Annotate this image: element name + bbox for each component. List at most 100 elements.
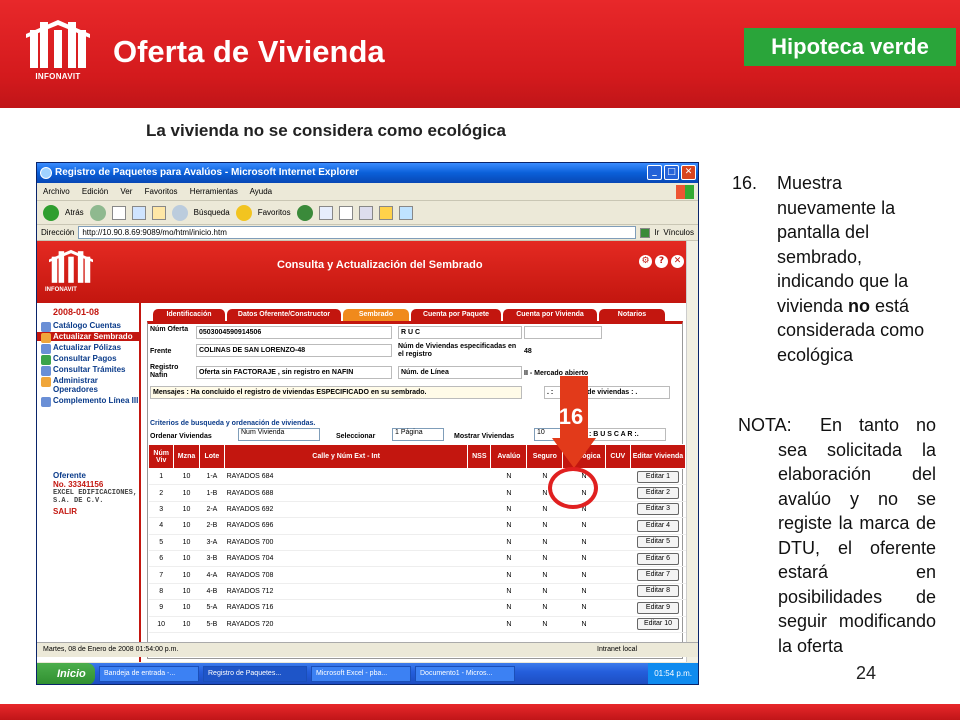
messenger-icon[interactable] xyxy=(398,205,413,220)
cell-calle: RAYADOS 684 xyxy=(224,468,468,486)
complement-icon xyxy=(41,397,51,407)
menu-edicion[interactable]: Edición xyxy=(82,187,108,196)
salir-link[interactable]: SALIR xyxy=(53,507,139,516)
close-icon[interactable]: ✕ xyxy=(671,255,684,268)
edit-vivienda-button[interactable]: Editar 3 xyxy=(636,503,679,516)
print-icon[interactable] xyxy=(338,205,353,220)
windows-flag-icon xyxy=(676,185,694,199)
table-row: 1 10 1-A RAYADOS 684 N N N Editar 1 xyxy=(148,468,686,486)
vertical-scrollbar[interactable] xyxy=(686,241,698,662)
maximize-button[interactable]: □ xyxy=(664,165,679,180)
address-input[interactable]: http://10.90.8.69:9089/mo/html/inicio.ht… xyxy=(78,226,637,239)
edit-vivienda-button[interactable]: Editar 2 xyxy=(636,487,679,500)
cell-nss xyxy=(467,599,491,617)
sidebar-item-linea-iii[interactable]: Complemento Línea III xyxy=(37,396,139,407)
menu-ayuda[interactable]: Ayuda xyxy=(250,187,273,196)
edit-vivienda-button[interactable]: Editar 5 xyxy=(636,536,679,549)
cell-num-viv: 4 xyxy=(148,517,174,535)
close-button[interactable]: ✕ xyxy=(681,165,696,180)
policy-icon xyxy=(41,344,51,354)
cell-cuv xyxy=(605,534,631,551)
edit-vivienda-button[interactable]: Editar 1 xyxy=(636,470,679,483)
start-button[interactable]: Inicio xyxy=(37,663,95,684)
tab-cuenta-vivienda[interactable]: Cuenta por Vivienda xyxy=(503,309,597,321)
minimize-button[interactable]: _ xyxy=(647,165,662,180)
menu-archivo[interactable]: Archivo xyxy=(43,187,70,196)
tab-sembrado[interactable]: Sembrado xyxy=(343,309,409,321)
task-bandeja[interactable]: Bandeja de entrada -... xyxy=(99,666,199,682)
edit-vivienda-button[interactable]: Editar 10 xyxy=(636,618,679,631)
col-num-viv: Núm Viv xyxy=(147,444,175,469)
menu-favoritos[interactable]: Favoritos xyxy=(145,187,178,196)
sidebar-item-sembrado[interactable]: Actualizar Sembrado xyxy=(37,332,139,343)
sidebar-item-catalogo[interactable]: Catálogo Cuentas xyxy=(37,321,139,332)
cell-ecologica: N xyxy=(562,517,606,535)
folder-icon[interactable] xyxy=(378,205,393,220)
ordenar-select[interactable]: Num Vivienda xyxy=(238,428,320,441)
go-button[interactable]: Ir xyxy=(654,228,659,237)
registro-nafin-label: Registro Nafin xyxy=(150,364,179,379)
search-icon[interactable] xyxy=(171,204,188,221)
edit-vivienda-button[interactable]: Editar 4 xyxy=(636,519,679,532)
table-row: 8 10 4-B RAYADOS 712 N N N Editar 8 xyxy=(148,583,686,601)
sidebar-item-polizas[interactable]: Actualizar Pólizas xyxy=(37,343,139,354)
cell-cuv xyxy=(605,484,631,502)
cell-ecologica: N xyxy=(562,599,606,617)
menu-herramientas[interactable]: Herramientas xyxy=(190,187,238,196)
cell-calle: RAYADOS 700 xyxy=(224,534,468,551)
cell-num-viv: 3 xyxy=(148,501,174,519)
edit-vivienda-button[interactable]: Editar 7 xyxy=(636,569,679,582)
edit-vivienda-button[interactable]: Editar 8 xyxy=(636,585,679,598)
cell-ecologica: N xyxy=(562,534,606,551)
back-label[interactable]: Atrás xyxy=(65,208,84,217)
tab-datos-oferente[interactable]: Datos Oferente/Constructor xyxy=(227,309,341,321)
tab-notarios[interactable]: Notarios xyxy=(599,309,665,321)
buscar-button[interactable]: : B U S C A R :. xyxy=(586,428,666,441)
word-icon[interactable] xyxy=(358,205,373,220)
cell-cuv xyxy=(605,468,631,486)
seleccionar-select[interactable]: 1 Página xyxy=(392,428,444,441)
edit-vivienda-button[interactable]: Editar 6 xyxy=(636,552,679,565)
tab-identificacion[interactable]: Identificación xyxy=(153,309,225,321)
cell-editar: Editar 6 xyxy=(630,550,686,568)
cell-seguro: N xyxy=(526,550,563,568)
go-arrow-icon[interactable] xyxy=(640,227,651,238)
address-bar: Dirección http://10.90.8.69:9089/mo/html… xyxy=(37,225,698,241)
stop-icon[interactable] xyxy=(111,205,126,220)
sidebar-item-pagos[interactable]: Consultar Pagos xyxy=(37,354,139,365)
slide-title: Oferta de Vivienda xyxy=(113,34,385,69)
table-row: 5 10 3-A RAYADOS 700 N N N Editar 5 xyxy=(148,534,686,551)
cell-cuv xyxy=(605,583,631,601)
refresh-icon[interactable] xyxy=(131,205,146,220)
links-label[interactable]: Vínculos xyxy=(663,228,694,237)
menu-ver[interactable]: Ver xyxy=(120,187,132,196)
cell-calle: RAYADOS 720 xyxy=(224,616,468,633)
help-icon[interactable]: ? xyxy=(655,255,668,268)
sidebar-item-tramites[interactable]: Consultar Trámites xyxy=(37,365,139,376)
mail-icon[interactable] xyxy=(318,205,333,220)
cell-calle: RAYADOS 716 xyxy=(224,599,468,617)
home-icon[interactable] xyxy=(151,205,166,220)
sidebar-item-operadores[interactable]: Administrar Operadores xyxy=(37,376,139,394)
sidebar-item-label: Actualizar Pólizas xyxy=(53,343,122,352)
cell-lote: 4-A xyxy=(199,566,225,584)
cell-lote: 3-A xyxy=(199,534,225,551)
oferente-number: No. 33341156 xyxy=(53,480,104,489)
task-registro[interactable]: Registro de Paquetes... xyxy=(203,666,307,682)
forward-arrow-icon[interactable] xyxy=(89,204,106,221)
task-documento[interactable]: Documento1 - Micros... xyxy=(415,666,515,682)
cell-num-viv: 2 xyxy=(148,484,174,502)
favorites-star-icon[interactable] xyxy=(235,204,252,221)
table-row: 2 10 1-B RAYADOS 688 N N N Editar 2 xyxy=(148,484,686,502)
task-excel[interactable]: Microsoft Excel - pba... xyxy=(311,666,411,682)
cell-ecologica: N xyxy=(562,583,606,601)
edit-vivienda-button[interactable]: Editar 9 xyxy=(636,601,679,614)
tab-cuenta-paquete[interactable]: Cuenta por Paquete xyxy=(411,309,501,321)
history-icon[interactable] xyxy=(296,204,313,221)
menu-bar: Archivo Edición Ver Favoritos Herramient… xyxy=(37,183,698,201)
catalog-icon xyxy=(41,322,51,332)
settings-icon[interactable]: ⚙ xyxy=(639,255,652,268)
search-label[interactable]: Búsqueda xyxy=(194,208,230,217)
back-arrow-icon[interactable] xyxy=(43,204,59,221)
favorites-label[interactable]: Favoritos xyxy=(258,208,291,217)
